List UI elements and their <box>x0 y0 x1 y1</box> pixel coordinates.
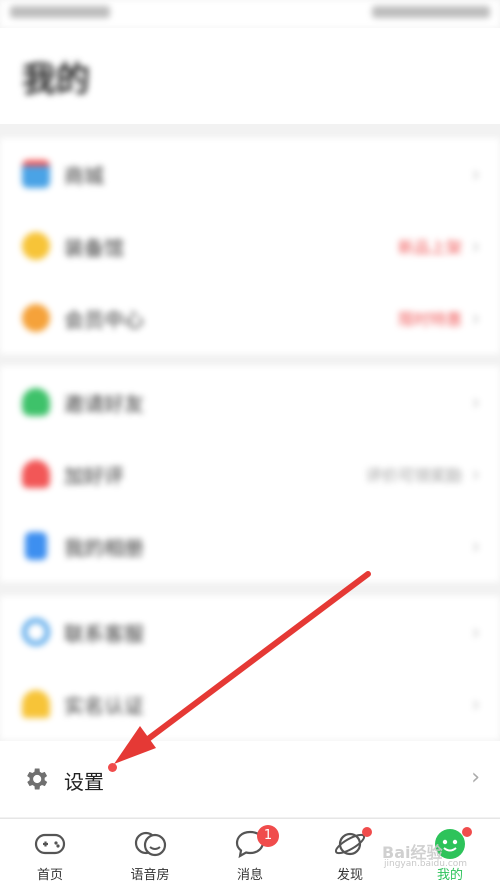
notification-dot <box>462 827 472 837</box>
chevron-right-icon: › <box>472 534 480 558</box>
gear-icon <box>27 768 48 790</box>
menu-item-rate[interactable]: 加好评 评价可领奖励 › <box>0 438 500 510</box>
header: 我的 <box>0 28 500 124</box>
menu-group-3: 联系客服 › 实名认证 › <box>0 596 500 740</box>
heart-icon <box>22 460 50 488</box>
settings-label: 设置 <box>64 770 104 794</box>
tab-home[interactable]: 首页 <box>0 819 100 890</box>
tab-label: 语音房 <box>130 868 170 883</box>
chevron-right-icon: › <box>472 162 480 186</box>
menu-item-label: 我的相册 <box>64 536 144 560</box>
gamepad-icon <box>34 833 66 855</box>
menu-item-label: 商城 <box>64 164 104 188</box>
menu-item-value: 新品上架 <box>397 238 462 257</box>
chevron-right-icon: › <box>472 620 480 644</box>
tab-messages[interactable]: 1 消息 <box>200 819 300 890</box>
calendar-icon <box>22 160 50 188</box>
watermark-sub: jingyan.baidu.com <box>384 859 468 869</box>
menu-item-label: 会员中心 <box>64 308 144 332</box>
menu-item-vip[interactable]: 会员中心 限时特惠 › <box>0 282 500 354</box>
menu-item-label: 实名认证 <box>64 694 144 718</box>
coin-icon <box>22 232 50 260</box>
tab-voice-room[interactable]: 语音房 <box>100 819 200 890</box>
menu-item-label: 加好评 <box>64 464 124 488</box>
menu-item-label: 联系客服 <box>64 622 144 646</box>
chevron-right-icon: › <box>471 765 480 790</box>
notification-dot <box>362 827 372 837</box>
menu-item-support[interactable]: 联系客服 › <box>0 596 500 668</box>
voice-room-icon <box>134 831 167 857</box>
vip-icon <box>22 304 50 332</box>
menu-item-invite[interactable]: 邀请好友 › <box>0 366 500 438</box>
chevron-right-icon: › <box>472 234 480 258</box>
chevron-right-icon: › <box>472 306 480 330</box>
menu-item-gear-hall[interactable]: 装备馆 新品上架 › <box>0 210 500 282</box>
status-time <box>10 6 110 18</box>
menu-group-2: 邀请好友 › 加好评 评价可领奖励 › 我的相册 › <box>0 366 500 582</box>
chevron-right-icon: › <box>472 390 480 414</box>
settings-item[interactable]: 设置 › <box>0 741 500 817</box>
menu-item-label: 邀请好友 <box>64 392 144 416</box>
menu-item-value: 限时特惠 <box>397 310 462 329</box>
shield-icon <box>22 690 50 718</box>
file-icon <box>25 532 47 560</box>
headset-icon <box>22 618 50 646</box>
tab-bar: 首页 语音房 1 消息 发现 我的 Bai经验 jingyan.baidu.co… <box>0 818 500 890</box>
menu-item-value: 评价可领奖励 <box>365 466 462 485</box>
chevron-right-icon: › <box>472 462 480 486</box>
tab-label: 首页 <box>36 868 63 883</box>
status-bar <box>0 0 500 28</box>
tree-icon <box>22 388 50 416</box>
tab-label: 消息 <box>236 868 263 883</box>
menu-group-1: 商城 › 装备馆 新品上架 › 会员中心 限时特惠 › <box>0 138 500 354</box>
unread-badge: 1 <box>257 825 279 847</box>
menu-item-label: 装备馆 <box>64 236 124 260</box>
status-indicators <box>372 6 490 18</box>
page-title: 我的 <box>22 60 90 100</box>
menu-item-verify[interactable]: 实名认证 › <box>0 668 500 740</box>
notification-dot <box>108 763 117 772</box>
menu-item-album[interactable]: 我的相册 › <box>0 510 500 582</box>
menu-item-mall[interactable]: 商城 › <box>0 138 500 210</box>
chevron-right-icon: › <box>472 692 480 716</box>
